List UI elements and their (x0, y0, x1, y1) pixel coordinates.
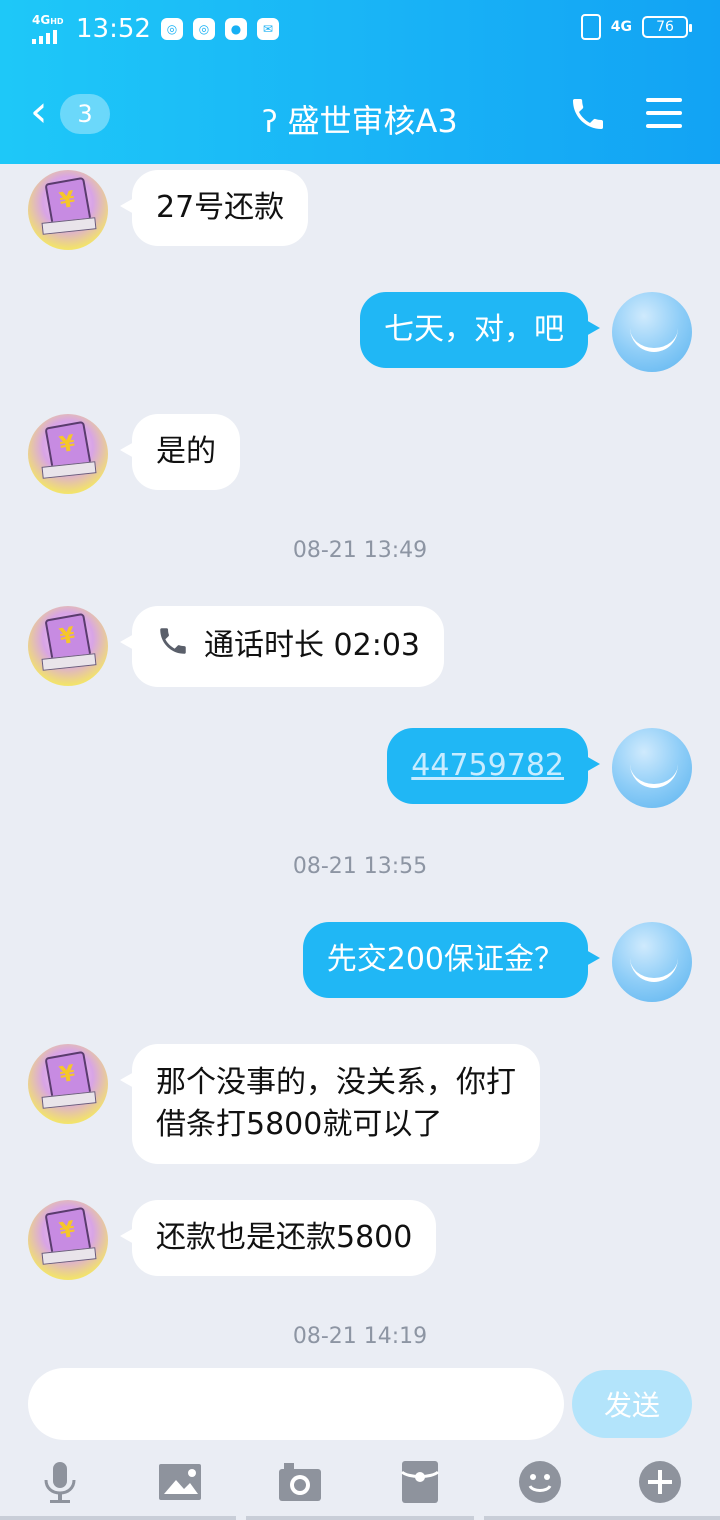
image-icon[interactable] (156, 1458, 204, 1506)
timestamp: 08-21 14:19 (292, 1324, 428, 1349)
message-text-line: 那个没事的，没关系，你打 (156, 1065, 516, 1100)
chat-title: 盛世审核A3 (287, 102, 458, 140)
status-bar: 4GHD 13:52 ◎ ◎ ● ✉ 4G 76 (32, 14, 692, 54)
toolbar-divider (0, 1516, 236, 1520)
toolbar-divider (484, 1516, 720, 1520)
contact-avatar[interactable] (28, 1044, 108, 1124)
battery-icon: 76 (642, 16, 692, 38)
status-time: 13:52 (76, 14, 151, 44)
network-type: 4G (32, 13, 51, 27)
send-button[interactable]: 发送 (572, 1370, 692, 1438)
message-text: 27号还款 (156, 190, 285, 225)
message-bubble-sent[interactable]: 七天，对，吧 (360, 292, 600, 368)
network-hd: HD (50, 17, 64, 26)
message-bubble-received[interactable]: 那个没事的，没关系，你打 借条打5800就可以了 (120, 1044, 540, 1164)
message-text: 还款也是还款5800 (156, 1220, 413, 1255)
phone-call-icon[interactable] (568, 94, 608, 134)
red-packet-icon[interactable] (396, 1458, 444, 1506)
message-text: 先交200保证金？ (326, 942, 564, 977)
message-text-line: 借条打5800就可以了 (156, 1107, 443, 1142)
message-text: 七天，对，吧 (384, 312, 564, 347)
app-notification-icon: ◎ (160, 18, 183, 40)
signal-icon: 4GHD (32, 14, 66, 44)
my-avatar[interactable] (612, 728, 692, 808)
battery-level: 76 (656, 19, 674, 35)
contact-avatar[interactable] (28, 606, 108, 686)
number-link[interactable]: 44759782 (411, 748, 564, 783)
input-toolbar (0, 1450, 720, 1520)
message-bubble-received[interactable]: 27号还款 (119, 170, 309, 246)
mobile-data-icon: 4G (610, 18, 632, 35)
call-record-bubble[interactable]: 通话时长 02:03 (120, 606, 444, 687)
ear-mode-icon: ʔ (262, 105, 278, 140)
timestamp: 08-21 13:49 (292, 538, 428, 563)
call-duration-text: 通话时长 02:03 (204, 628, 420, 663)
contact-avatar[interactable] (28, 1200, 108, 1280)
phone-icon (156, 624, 192, 669)
timestamp: 08-21 13:55 (292, 854, 428, 879)
menu-icon[interactable] (646, 98, 682, 128)
message-input[interactable] (28, 1368, 564, 1440)
app-notification-icon-2: ◎ (192, 18, 215, 40)
message-notification-icon: ● (224, 18, 247, 40)
my-avatar[interactable] (612, 922, 692, 1002)
nav-bar: ‹ 3 ʔ 盛世审核A3 (0, 80, 720, 150)
contact-avatar[interactable] (28, 414, 108, 494)
emoji-icon[interactable] (516, 1458, 564, 1506)
message-bubble-received[interactable]: 还款也是还款5800 (119, 1200, 437, 1276)
message-bubble-received[interactable]: 是的 (120, 414, 240, 490)
toolbar-divider (246, 1516, 474, 1520)
chat-title-area[interactable]: ʔ 盛世审核A3 (0, 96, 720, 142)
my-avatar[interactable] (612, 292, 692, 372)
vibrate-icon (580, 14, 601, 40)
mail-notification-icon: ✉ (256, 18, 279, 40)
contact-avatar[interactable] (28, 170, 108, 250)
message-bubble-sent[interactable]: 44759782 (387, 728, 600, 804)
plus-icon[interactable] (636, 1458, 684, 1506)
message-text: 是的 (156, 434, 216, 469)
voice-icon[interactable] (36, 1458, 84, 1506)
message-bubble-sent[interactable]: 先交200保证金？ (302, 922, 601, 998)
chat-header: 4GHD 13:52 ◎ ◎ ● ✉ 4G 76 ‹ 3 ʔ 盛世审核A3 (0, 0, 720, 164)
camera-icon[interactable] (276, 1458, 324, 1506)
